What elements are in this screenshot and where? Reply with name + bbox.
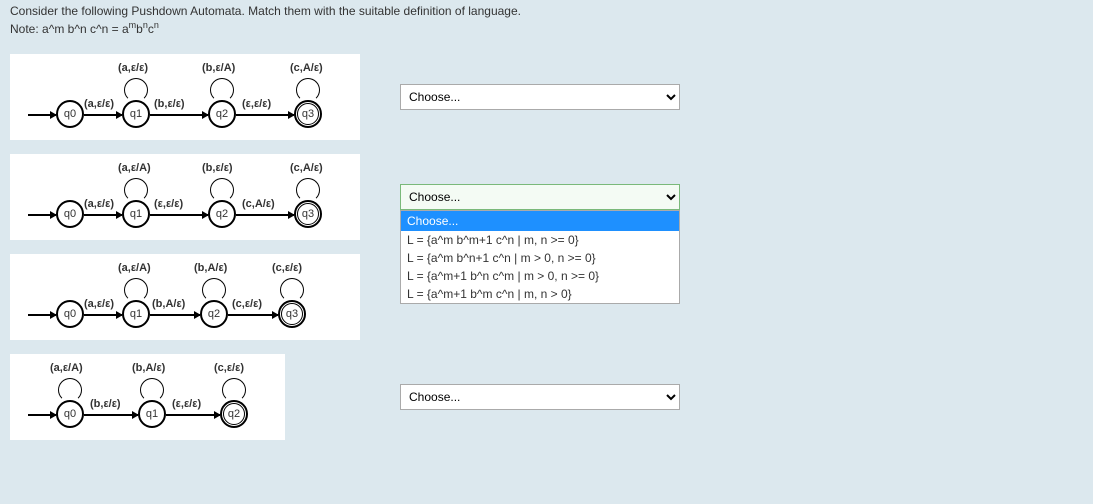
state-q0: q0: [56, 100, 84, 128]
loop-label: (a,ε/A): [118, 262, 151, 274]
loop: [140, 378, 164, 402]
edge-label: (c,ε/ε): [232, 298, 262, 310]
edge: [236, 114, 294, 116]
loop: [222, 378, 246, 402]
loop: [210, 178, 234, 202]
question-text: Consider the following Pushdown Automata…: [10, 4, 1083, 18]
edge: [150, 214, 208, 216]
loop: [124, 178, 148, 202]
edge-label: (b,ε/ε): [90, 398, 121, 410]
loop-label: (c,A/ε): [290, 162, 323, 174]
note-sup: m: [129, 20, 137, 30]
loop-label: (a,ε/A): [50, 362, 83, 374]
state-q2-final: q2: [220, 400, 248, 428]
edge: [150, 314, 200, 316]
edge: [150, 114, 208, 116]
pda-row-1: q0 (a,ε/ε) q1 (a,ε/ε) (b,ε/ε) q2 (b,ε/A)…: [10, 54, 1083, 140]
state-q1: q1: [122, 200, 150, 228]
start-arrow: [28, 314, 56, 316]
dropdown-option[interactable]: L = {a^m b^m+1 c^n | m, n >= 0}: [401, 231, 679, 249]
state-q0: q0: [56, 300, 84, 328]
pda-diagram-1: q0 (a,ε/ε) q1 (a,ε/ε) (b,ε/ε) q2 (b,ε/A)…: [10, 54, 360, 140]
dropdown-option[interactable]: L = {a^m+1 b^m c^n | m, n > 0}: [401, 285, 679, 303]
edge: [228, 314, 278, 316]
edge-label: (a,ε/ε): [84, 98, 114, 110]
edge-label: (b,ε/ε): [154, 98, 185, 110]
pda-diagram-2: q0 (a,ε/ε) q1 (a,ε/A) (ε,ε/ε) q2 (b,ε/ε)…: [10, 154, 360, 240]
loop: [58, 378, 82, 402]
edge: [84, 414, 138, 416]
edge: [236, 214, 294, 216]
state-q2: q2: [208, 200, 236, 228]
start-arrow: [28, 114, 56, 116]
note-prefix: Note: a^m b^n c^n = a: [10, 22, 129, 36]
loop: [210, 78, 234, 102]
loop-label: (c,A/ε): [290, 62, 323, 74]
pda-diagram-3: q0 (a,ε/ε) q1 (a,ε/A) (b,A/ε) q2 (b,A/ε)…: [10, 254, 360, 340]
loop: [124, 78, 148, 102]
state-q3-final: q3: [294, 100, 322, 128]
state-q1: q1: [122, 100, 150, 128]
state-q0: q0: [56, 200, 84, 228]
question-note: Note: a^m b^n c^n = ambncn: [10, 20, 1083, 36]
loop-label: (c,ε/ε): [214, 362, 244, 374]
loop: [296, 78, 320, 102]
loop-label: (a,ε/ε): [118, 62, 148, 74]
state-q0: q0: [56, 400, 84, 428]
edge: [84, 214, 122, 216]
edge-label: (ε,ε/ε): [154, 198, 183, 210]
state-q3-final: q3: [294, 200, 322, 228]
loop: [296, 178, 320, 202]
pda-row-4: q0 (a,ε/A) (b,ε/ε) q1 (b,A/ε) (ε,ε/ε) q2…: [10, 354, 1083, 440]
state-q1: q1: [138, 400, 166, 428]
state-q3-final: q3: [278, 300, 306, 328]
state-q1: q1: [122, 300, 150, 328]
note-sup: n: [154, 20, 159, 30]
state-q2: q2: [200, 300, 228, 328]
start-arrow: [28, 414, 56, 416]
answer-select-1[interactable]: Choose...: [400, 84, 680, 110]
loop-label: (b,A/ε): [132, 362, 165, 374]
loop: [280, 278, 304, 302]
edge: [166, 414, 220, 416]
edge-label: (a,ε/ε): [84, 298, 114, 310]
answer-dropdown-open: Choose... L = {a^m b^m+1 c^n | m, n >= 0…: [400, 210, 680, 304]
loop-label: (c,ε/ε): [272, 262, 302, 274]
edge-label: (ε,ε/ε): [242, 98, 271, 110]
edge-label: (b,A/ε): [152, 298, 185, 310]
dropdown-option-placeholder[interactable]: Choose...: [401, 211, 679, 231]
loop: [124, 278, 148, 302]
edge-label: (ε,ε/ε): [172, 398, 201, 410]
loop-label: (b,A/ε): [194, 262, 227, 274]
answer-select-4[interactable]: Choose...: [400, 384, 680, 410]
dropdown-option[interactable]: L = {a^m+1 b^n c^m | m > 0, n >= 0}: [401, 267, 679, 285]
start-arrow: [28, 214, 56, 216]
loop: [202, 278, 226, 302]
note-mid: b: [136, 22, 143, 36]
pda-row-2: q0 (a,ε/ε) q1 (a,ε/A) (ε,ε/ε) q2 (b,ε/ε)…: [10, 154, 1083, 240]
pda-diagram-4: q0 (a,ε/A) (b,ε/ε) q1 (b,A/ε) (ε,ε/ε) q2…: [10, 354, 285, 440]
state-q2: q2: [208, 100, 236, 128]
loop-label: (b,ε/A): [202, 62, 235, 74]
answer-select-2[interactable]: Choose...: [400, 184, 680, 210]
edge: [84, 314, 122, 316]
edge-label: (c,A/ε): [242, 198, 275, 210]
edge: [84, 114, 122, 116]
edge-label: (a,ε/ε): [84, 198, 114, 210]
dropdown-option[interactable]: L = {a^m b^n+1 c^n | m > 0, n >= 0}: [401, 249, 679, 267]
loop-label: (a,ε/A): [118, 162, 151, 174]
loop-label: (b,ε/ε): [202, 162, 233, 174]
